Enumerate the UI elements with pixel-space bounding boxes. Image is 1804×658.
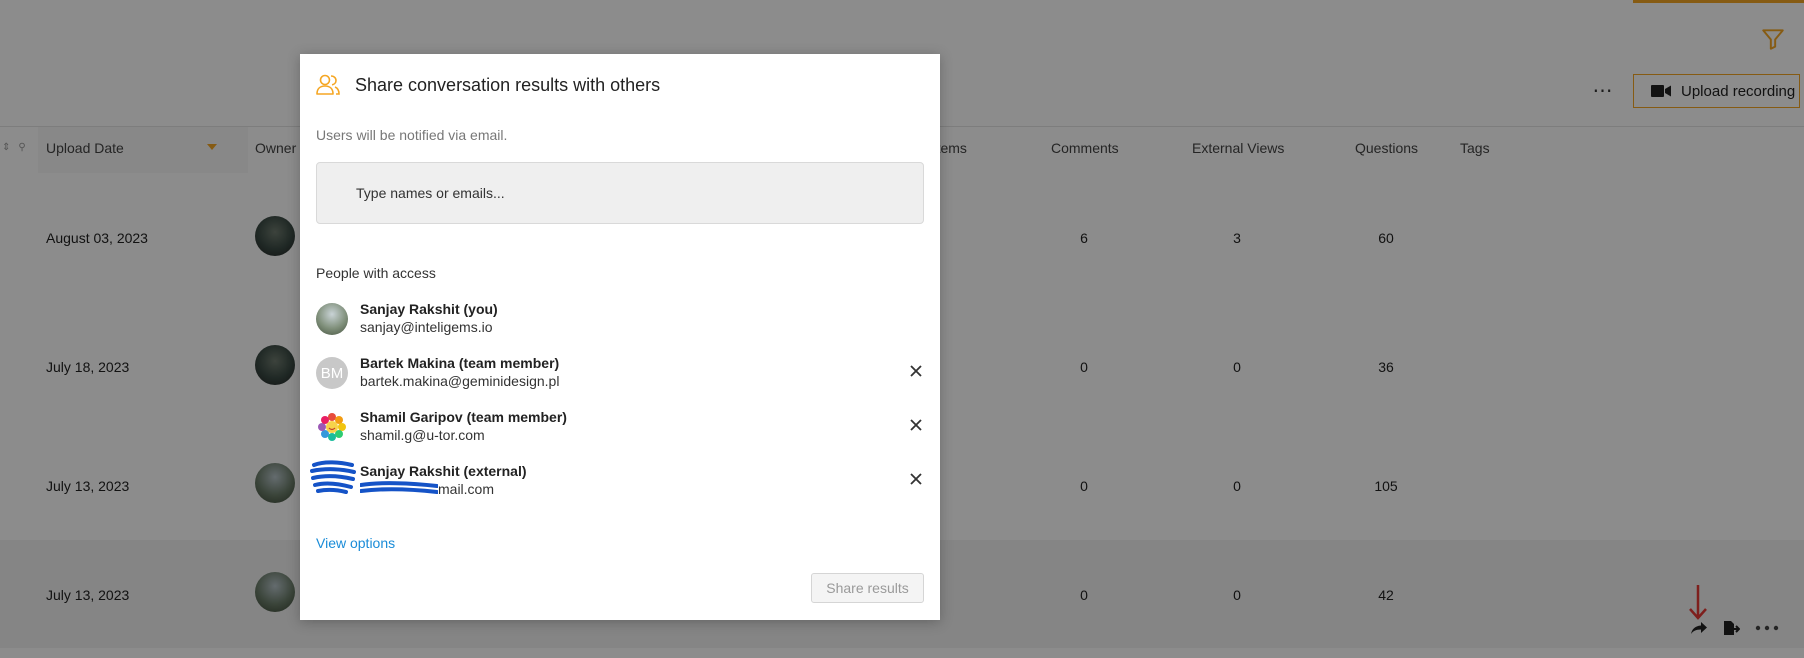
redacted-avatar [310, 460, 356, 494]
dialog-header: Share conversation results with others [315, 72, 660, 98]
people-with-access-heading: People with access [316, 265, 436, 281]
redaction-mark [360, 481, 438, 494]
person-email: sanjay@inteligems.io [360, 319, 493, 335]
users-icon [316, 74, 340, 95]
access-list-item: Sanjay Rakshit (external) mail.com [310, 460, 924, 503]
avatar [316, 411, 348, 443]
close-icon[interactable] [908, 363, 924, 379]
dialog-subtitle: Users will be notified via email. [316, 127, 508, 143]
share-results-button[interactable]: Share results [811, 573, 924, 603]
person-name: Shamil Garipov (team member) [360, 409, 567, 425]
access-list-item: Shamil Garipov (team member) shamil.g@u-… [316, 409, 924, 449]
avatar: BM [316, 357, 348, 389]
share-dialog: Share conversation results with others U… [300, 54, 940, 620]
person-email: bartek.makina@geminidesign.pl [360, 373, 560, 389]
close-icon[interactable] [908, 471, 924, 487]
avatar [316, 303, 348, 335]
access-list-item: Sanjay Rakshit (you) sanjay@inteligems.i… [316, 301, 924, 341]
person-name: Sanjay Rakshit (external) [360, 463, 527, 479]
close-icon[interactable] [908, 417, 924, 433]
share-recipients-input[interactable] [316, 162, 924, 224]
view-options-link[interactable]: View options [316, 535, 395, 551]
person-email: mail.com [438, 481, 495, 497]
dialog-title: Share conversation results with others [355, 74, 661, 95]
person-name: Sanjay Rakshit (you) [360, 301, 498, 317]
person-name: Bartek Makina (team member) [360, 355, 560, 371]
access-list-item: BM Bartek Makina (team member) bartek.ma… [316, 355, 924, 395]
person-email: shamil.g@u-tor.com [360, 427, 485, 443]
